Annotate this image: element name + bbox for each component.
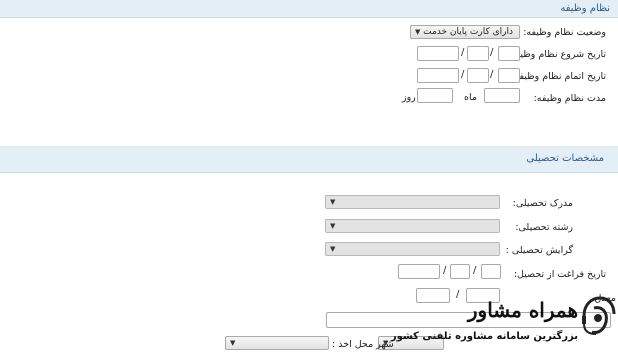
- military-end-day-input[interactable]: [498, 68, 520, 83]
- graduation-date-label: تاریخ فراغت از تحصیل:: [513, 269, 606, 280]
- graduation-year-input[interactable]: [398, 264, 440, 279]
- chevron-down-icon: ▼: [330, 222, 336, 230]
- field-select[interactable]: ▼: [325, 219, 500, 233]
- orientation-label: گرایش تحصیلی :: [505, 245, 573, 256]
- military-section-header: نظام وظیفه: [0, 0, 618, 18]
- military-duration-day-input[interactable]: [417, 88, 453, 103]
- date-separator: /: [490, 69, 494, 80]
- brand-watermark: همراه مشاور بزرگترین سامانه مشاوره تلفنی…: [391, 292, 618, 352]
- date-separator: /: [461, 69, 465, 80]
- education-section-header: مشخصات تحصیلی: [0, 146, 618, 173]
- degree-select[interactable]: ▼: [325, 195, 500, 209]
- military-end-year-input[interactable]: [417, 68, 459, 83]
- chevron-down-icon: ▼: [330, 198, 336, 206]
- city-select[interactable]: ▼: [225, 336, 329, 350]
- graduation-month-input[interactable]: [450, 264, 470, 279]
- degree-label: مدرک تحصیلی:: [512, 198, 573, 209]
- orientation-select[interactable]: ▼: [325, 242, 500, 256]
- military-status-value: دارای کارت پایان خدمت: [423, 27, 513, 37]
- military-duration-label: مدت نظام وظیفه:: [533, 93, 606, 104]
- brand-tagline: بزرگترین سامانه مشاوره تلفنی کشور: [390, 331, 578, 342]
- date-separator: /: [490, 47, 494, 58]
- military-start-day-input[interactable]: [498, 46, 520, 61]
- military-status-select[interactable]: دارای کارت پایان خدمت ▼: [410, 25, 520, 39]
- day-unit-label: روز: [402, 92, 416, 103]
- chevron-down-icon: ▼: [230, 339, 236, 347]
- chevron-down-icon: ▼: [415, 28, 421, 36]
- military-end-month-input[interactable]: [467, 68, 489, 83]
- military-duration-month-input[interactable]: [484, 88, 520, 103]
- date-separator: /: [473, 265, 477, 276]
- date-separator: /: [461, 47, 465, 58]
- military-start-year-input[interactable]: [417, 46, 459, 61]
- field-label: رشته تحصیلی:: [515, 222, 573, 233]
- brand-name: همراه مشاور: [467, 298, 578, 322]
- military-section-title: نظام وظیفه: [560, 3, 610, 14]
- military-start-label: تاریخ شروع نظام وظیفه:: [507, 49, 606, 60]
- chevron-down-icon: ▼: [330, 245, 336, 253]
- education-section-title: مشخصات تحصیلی: [526, 153, 604, 164]
- military-start-month-input[interactable]: [467, 46, 489, 61]
- city-label: شهر محل اخذ :: [332, 339, 394, 350]
- graduation-day-input[interactable]: [481, 264, 501, 279]
- military-status-label: وضعیت نظام وظیفه:: [523, 27, 606, 38]
- date-separator: /: [443, 265, 447, 276]
- month-unit-label: ماه: [464, 92, 477, 103]
- headset-icon: [582, 296, 616, 335]
- military-end-label: تاریخ اتمام نظام وظیفه :: [508, 71, 606, 82]
